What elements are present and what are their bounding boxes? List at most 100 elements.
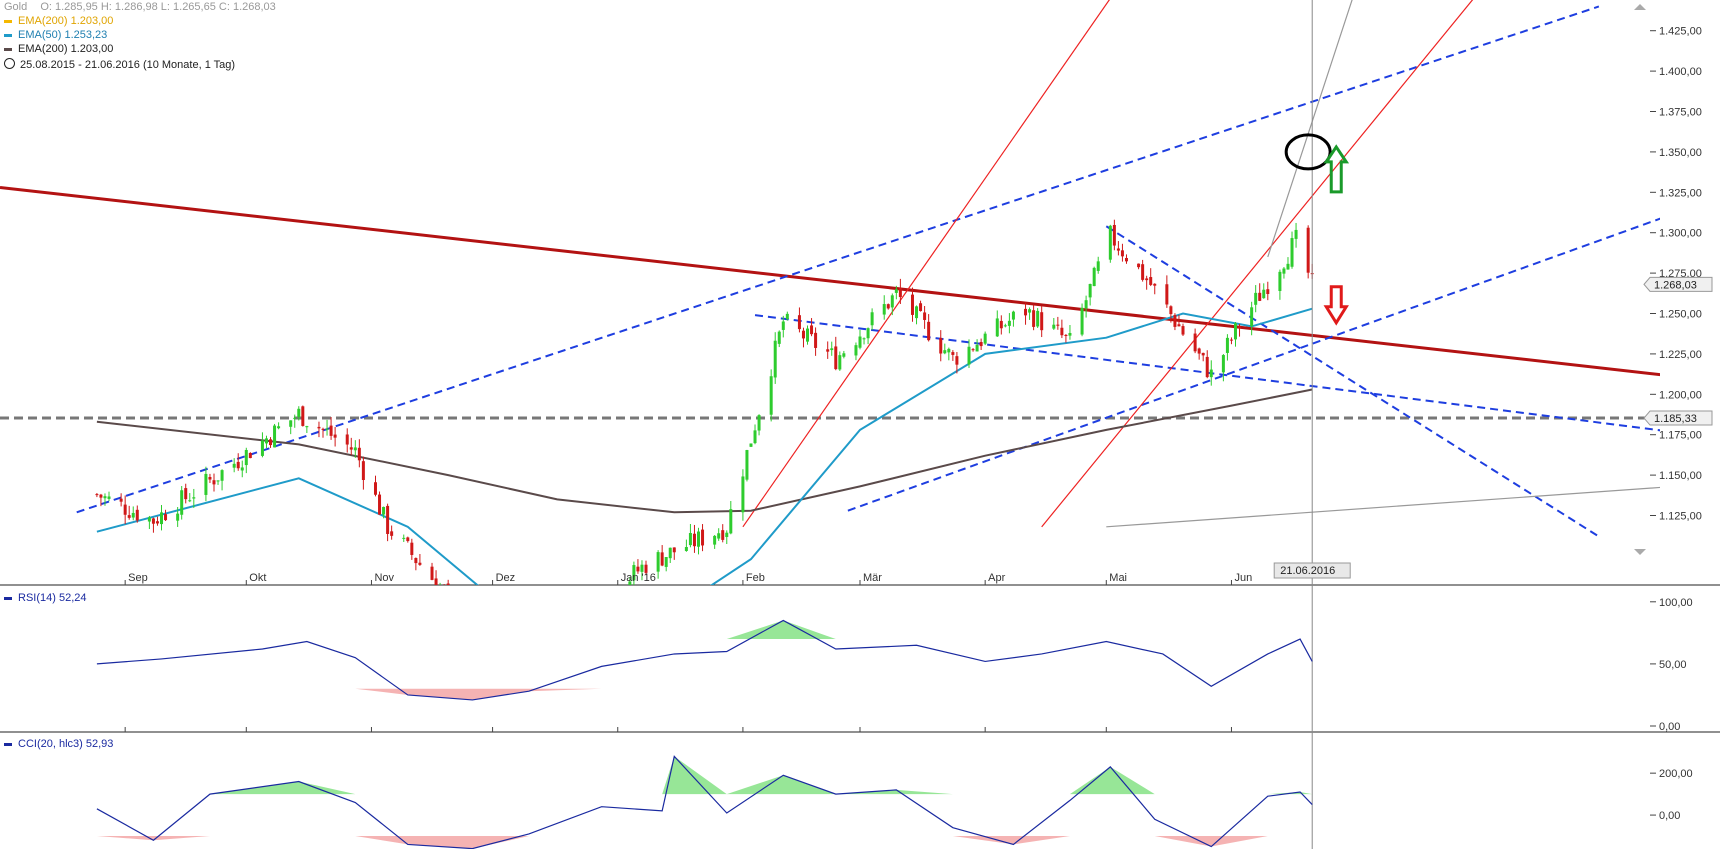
rsi-tick-label: 100,00 bbox=[1659, 597, 1693, 609]
candle-body bbox=[1181, 326, 1185, 335]
candle-body bbox=[1088, 283, 1092, 298]
candle-body bbox=[1221, 355, 1225, 373]
candle-body bbox=[107, 496, 111, 499]
candle-body bbox=[357, 447, 361, 461]
price-tick-label: 1.425,00 bbox=[1659, 26, 1702, 38]
axes-layer: Sep Okt Nov Dez Jan '16 Feb Mär Apr Mai Jun 1.125,… bbox=[124, 4, 1713, 822]
legend-label: EMA(50) 1.253,23 bbox=[18, 29, 108, 41]
candle-body bbox=[1290, 238, 1294, 267]
annotation-lines bbox=[0, 0, 1660, 538]
price-tick-label: 1.300,00 bbox=[1659, 228, 1702, 240]
trend-line-channel bbox=[76, 5, 1600, 514]
candle-body bbox=[1116, 248, 1120, 251]
legend-label: EMA(200) 1.203,00 bbox=[18, 43, 114, 55]
candle-body bbox=[523, 617, 526, 636]
candle-body bbox=[927, 321, 931, 341]
month-label: Sep bbox=[128, 572, 148, 584]
candle-body bbox=[329, 425, 333, 436]
candle-body bbox=[745, 450, 749, 480]
rsi-legend[interactable]: RSI(14) 52,24 bbox=[4, 591, 86, 605]
legend-ema50[interactable]: EMA(50) 1.253,23 bbox=[4, 28, 107, 42]
candle-body bbox=[797, 315, 801, 330]
candle-body bbox=[204, 473, 208, 495]
candle-body bbox=[672, 547, 676, 553]
clock-icon bbox=[4, 58, 15, 69]
price-tick-label: 1.375,00 bbox=[1659, 107, 1702, 119]
candle-body bbox=[1201, 352, 1205, 356]
candle-body bbox=[919, 303, 923, 312]
candle-body bbox=[236, 461, 240, 469]
candle-body bbox=[410, 542, 414, 555]
candle-body bbox=[1096, 261, 1100, 271]
candle-body bbox=[1092, 267, 1096, 287]
candle-body bbox=[1306, 227, 1310, 273]
candle-body bbox=[1173, 315, 1177, 327]
candle-body bbox=[890, 295, 894, 308]
candle-body bbox=[939, 337, 943, 354]
candle-body bbox=[527, 621, 530, 636]
candle-body bbox=[834, 346, 838, 370]
candle-body bbox=[260, 440, 264, 456]
candle-body bbox=[1120, 250, 1124, 257]
candle-body bbox=[353, 447, 357, 451]
chart-canvas: Sep Okt Nov Dez Jan '16 Feb Mär Apr Mai Jun 1.125,… bbox=[0, 0, 1720, 849]
candle-body bbox=[160, 512, 164, 525]
candle-body bbox=[560, 633, 563, 635]
candle-body bbox=[1108, 225, 1112, 260]
candle-body bbox=[99, 494, 103, 498]
candle-body bbox=[1254, 292, 1258, 305]
candle-body bbox=[1250, 307, 1254, 327]
candle-body bbox=[1294, 229, 1298, 239]
candle-body bbox=[692, 533, 696, 547]
candle-body bbox=[806, 328, 810, 342]
candle-body bbox=[1007, 320, 1011, 326]
candles-clipped bbox=[95, 219, 1314, 636]
candle-body bbox=[1141, 264, 1145, 280]
legend-ema200-b[interactable]: EMA(200) 1.203,00 bbox=[4, 42, 113, 56]
candle-body bbox=[519, 616, 522, 626]
candle-body bbox=[373, 482, 377, 495]
price-tick-label: 1.150,00 bbox=[1659, 470, 1702, 482]
candle-body bbox=[232, 463, 236, 468]
candle-body bbox=[1028, 309, 1032, 313]
candle-body bbox=[1193, 333, 1197, 352]
candle-body bbox=[184, 488, 188, 500]
candle-body bbox=[297, 408, 301, 417]
candle-body bbox=[1112, 224, 1116, 246]
candle-body bbox=[1238, 326, 1242, 329]
price-tick-label: 1.175,00 bbox=[1659, 430, 1702, 442]
candle-body bbox=[1169, 306, 1173, 315]
candle-body bbox=[1233, 323, 1237, 340]
candle-body bbox=[333, 434, 337, 438]
candle-body bbox=[277, 426, 281, 429]
instrument-name: Gold bbox=[4, 1, 28, 13]
legend-ema200-a[interactable]: EMA(200) 1.203,00 bbox=[4, 14, 113, 28]
legend-swatch bbox=[4, 47, 12, 51]
scroll-up-icon bbox=[1634, 4, 1646, 10]
candle-body bbox=[753, 430, 757, 444]
candle-body bbox=[951, 352, 955, 355]
candle-body bbox=[459, 588, 462, 595]
arrow-down-icon bbox=[1323, 285, 1349, 326]
candle-body bbox=[729, 509, 733, 534]
price-tick-label: 1.225,00 bbox=[1659, 349, 1702, 361]
candle-body bbox=[584, 611, 587, 629]
candle-body bbox=[1124, 257, 1128, 262]
candle-body bbox=[164, 514, 168, 521]
candle-body bbox=[701, 529, 705, 546]
moving-averages-layer bbox=[96, 307, 1313, 585]
candle-body bbox=[616, 596, 619, 601]
legend-label: EMA(200) 1.203,00 bbox=[18, 15, 114, 27]
candle-body bbox=[612, 595, 615, 599]
candle-body bbox=[810, 325, 814, 335]
markers-layer bbox=[1284, 0, 1350, 849]
candle-body bbox=[1011, 311, 1015, 320]
candle-body bbox=[1068, 332, 1072, 336]
candle-body bbox=[305, 426, 309, 428]
cci-legend[interactable]: CCI(20, hlc3) 52,93 bbox=[4, 737, 113, 751]
last-price-tag: 1.268,03 bbox=[1654, 279, 1697, 291]
candle-body bbox=[155, 521, 159, 524]
candle-body bbox=[244, 449, 248, 466]
candle-body bbox=[463, 593, 466, 611]
candle-body bbox=[894, 289, 898, 293]
